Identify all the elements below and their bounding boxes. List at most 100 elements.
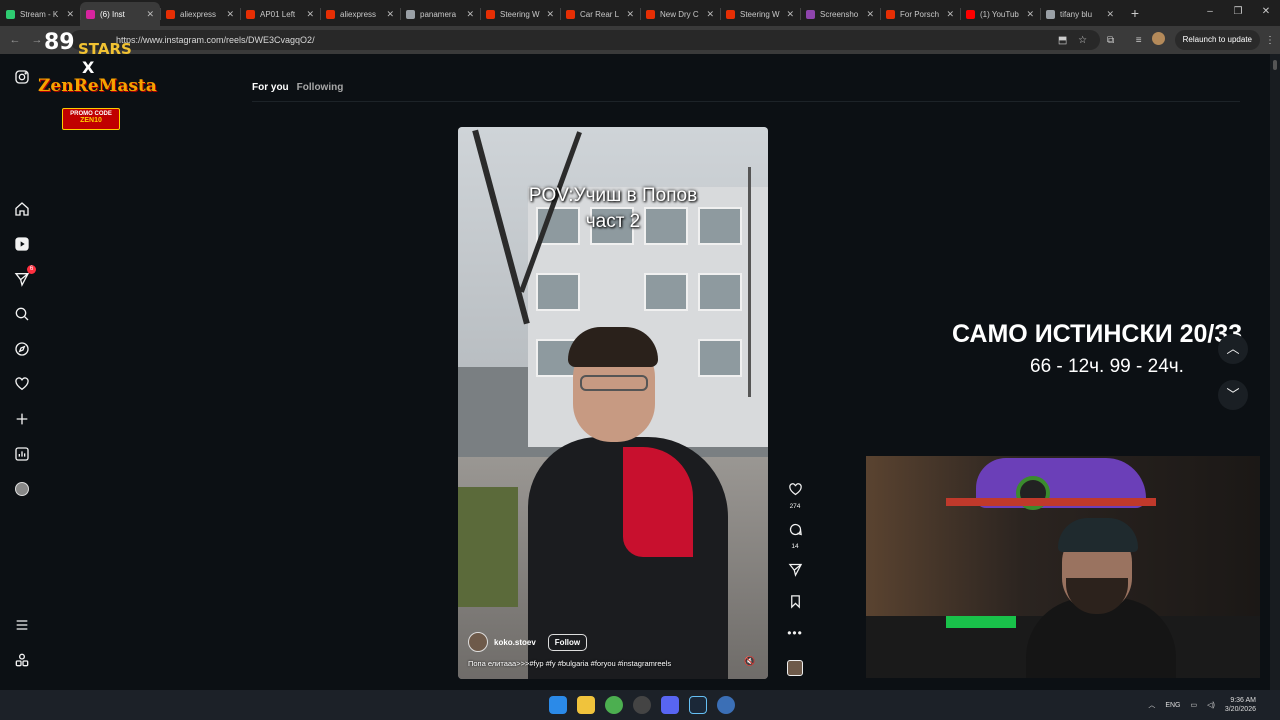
tab-close-icon[interactable]: ✕ — [626, 9, 634, 20]
more-options-button[interactable]: ••• — [784, 624, 806, 642]
tab-close-icon[interactable]: ✕ — [146, 9, 154, 20]
tab-close-icon[interactable]: ✕ — [786, 9, 794, 20]
chrome-menu-icon[interactable]: ⋮ — [1260, 35, 1280, 46]
messages-badge: 6 — [27, 265, 36, 274]
messages-icon[interactable]: 6 — [13, 265, 36, 288]
browser-tab[interactable]: panamera ✕ — [400, 2, 480, 26]
video-person — [488, 327, 738, 679]
browser-tab[interactable]: aliexpress ✕ — [320, 2, 400, 26]
previous-reel-button[interactable]: ︿ — [1218, 334, 1248, 364]
browser-tab[interactable]: (6) Inst ✕ — [80, 2, 160, 26]
start-menu-icon[interactable] — [549, 696, 567, 714]
page-scrollbar[interactable] — [1270, 54, 1280, 690]
save-button[interactable] — [784, 594, 806, 614]
tab-strip: Stream - K ✕ (6) Inst ✕ aliexpress ✕ AP01 Left… — [0, 0, 1280, 26]
tab-label: aliexpress — [340, 9, 377, 19]
tab-close-icon[interactable]: ✕ — [946, 9, 954, 20]
notifications-heart-icon[interactable] — [13, 375, 31, 393]
reels-icon[interactable] — [13, 235, 31, 253]
clock-date: 3/20/2026 — [1224, 706, 1256, 713]
audio-thumbnail[interactable] — [784, 660, 806, 676]
heart-icon — [788, 483, 802, 496]
browser-tab[interactable]: (1) YouTub ✕ — [960, 2, 1040, 26]
reel-description[interactable]: Попа елитааа>>>#fyp #fy #bulgaria #foryo… — [468, 659, 671, 668]
relaunch-button[interactable]: Relaunch to update — [1174, 30, 1260, 50]
network-icon[interactable]: ▭ — [1191, 701, 1198, 709]
tab-following[interactable]: Following — [297, 82, 344, 93]
chrome-icon[interactable] — [605, 696, 623, 714]
browser-tab[interactable]: Car Rear L ✕ — [560, 2, 640, 26]
tab-close-icon[interactable]: ✕ — [306, 9, 314, 20]
explore-icon[interactable] — [13, 340, 31, 358]
profile-avatar[interactable] — [1149, 32, 1169, 48]
tab-close-icon[interactable]: ✕ — [546, 9, 554, 20]
minimize-button[interactable]: – — [1196, 0, 1224, 26]
author-username[interactable]: koko.stoev — [494, 638, 536, 647]
next-reel-button[interactable]: ﹀ — [1218, 380, 1248, 410]
tab-close-icon[interactable]: ✕ — [1106, 9, 1114, 20]
tab-favicon-icon — [6, 9, 15, 19]
create-plus-icon[interactable] — [13, 410, 31, 428]
home-icon[interactable] — [13, 200, 31, 218]
author-avatar[interactable] — [468, 632, 488, 652]
install-app-icon[interactable]: ⬒ — [1053, 35, 1073, 46]
browser-tab[interactable]: New Dry C ✕ — [640, 2, 720, 26]
tray-overflow-icon[interactable]: ︿ — [1148, 700, 1155, 710]
browser-tab[interactable]: AP01 Left ✕ — [240, 2, 320, 26]
stream-overlay-title: САМО ИСТИНСКИ 20/33 — [952, 320, 1243, 348]
browser-tab[interactable]: tifany blu ✕ — [1040, 2, 1120, 26]
like-button[interactable]: 274 — [784, 482, 806, 510]
discord-icon[interactable] — [661, 696, 679, 714]
browser-tab[interactable]: Steering W ✕ — [480, 2, 560, 26]
media-control-icon[interactable]: ≡ — [1129, 35, 1149, 46]
reel-caption: POV:Учиш в Попов част 2 — [458, 183, 768, 235]
feed-tabs: For you Following — [252, 82, 343, 93]
window-controls: – ❐ ✕ — [1196, 0, 1280, 26]
tab-favicon-icon — [486, 9, 495, 19]
language-indicator[interactable]: ENG — [1165, 702, 1180, 709]
tab-label: For Porsch — [900, 9, 940, 19]
browser-tab[interactable]: For Porsch ✕ — [880, 2, 960, 26]
maximize-button[interactable]: ❐ — [1224, 0, 1252, 26]
also-from-meta-icon[interactable] — [13, 651, 31, 669]
address-bar[interactable]: https://www.instagram.com/reels/DWE3Cvag… — [70, 30, 1100, 50]
tab-close-icon[interactable]: ✕ — [1026, 9, 1034, 20]
tab-label: Steering W — [740, 9, 780, 19]
tab-for-you[interactable]: For you — [252, 82, 289, 93]
browser-tab[interactable]: Steering W ✕ — [720, 2, 800, 26]
dashboard-icon[interactable] — [13, 445, 31, 463]
mute-icon[interactable]: 🔇 — [744, 656, 755, 667]
comment-count: 14 — [791, 543, 799, 550]
browser-tab[interactable]: Screensho ✕ — [800, 2, 880, 26]
instagram-logo-icon[interactable] — [13, 68, 31, 86]
clock[interactable]: 9:36 AM 3/20/2026 — [1225, 696, 1256, 714]
tab-close-icon[interactable]: ✕ — [466, 9, 474, 20]
tab-favicon-icon — [566, 9, 575, 19]
share-button[interactable] — [784, 562, 806, 582]
new-tab-button[interactable]: + — [1126, 5, 1144, 21]
comment-button[interactable]: 14 — [784, 522, 806, 550]
steam-icon[interactable] — [689, 696, 707, 714]
profile-avatar[interactable] — [13, 480, 31, 498]
follow-button[interactable]: Follow — [547, 633, 588, 651]
obs-icon[interactable] — [633, 696, 651, 714]
app-icon[interactable] — [717, 696, 735, 714]
tab-close-icon[interactable]: ✕ — [226, 9, 234, 20]
tab-favicon-icon — [726, 9, 735, 19]
browser-tab[interactable]: aliexpress ✕ — [160, 2, 240, 26]
back-icon[interactable]: ← — [4, 34, 26, 46]
close-window-button[interactable]: ✕ — [1252, 0, 1280, 26]
browser-tab[interactable]: Stream - K ✕ — [0, 2, 80, 26]
search-icon[interactable] — [13, 305, 31, 323]
file-explorer-icon[interactable] — [577, 696, 595, 714]
more-menu-icon[interactable] — [13, 616, 31, 634]
tab-close-icon[interactable]: ✕ — [66, 9, 74, 20]
tab-close-icon[interactable]: ✕ — [706, 9, 714, 20]
tab-close-icon[interactable]: ✕ — [386, 9, 394, 20]
extensions-icon[interactable]: ⧉ — [1101, 35, 1121, 46]
bookmark-star-icon[interactable]: ☆ — [1073, 35, 1093, 46]
reel-video[interactable]: POV:Учиш в Попов част 2 koko.stoev Follo… — [458, 127, 768, 679]
tab-close-icon[interactable]: ✕ — [866, 9, 874, 20]
volume-icon[interactable]: ◁) — [1207, 701, 1215, 709]
tab-list: Stream - K ✕ (6) Inst ✕ aliexpress ✕ AP01 Left… — [0, 0, 1120, 26]
